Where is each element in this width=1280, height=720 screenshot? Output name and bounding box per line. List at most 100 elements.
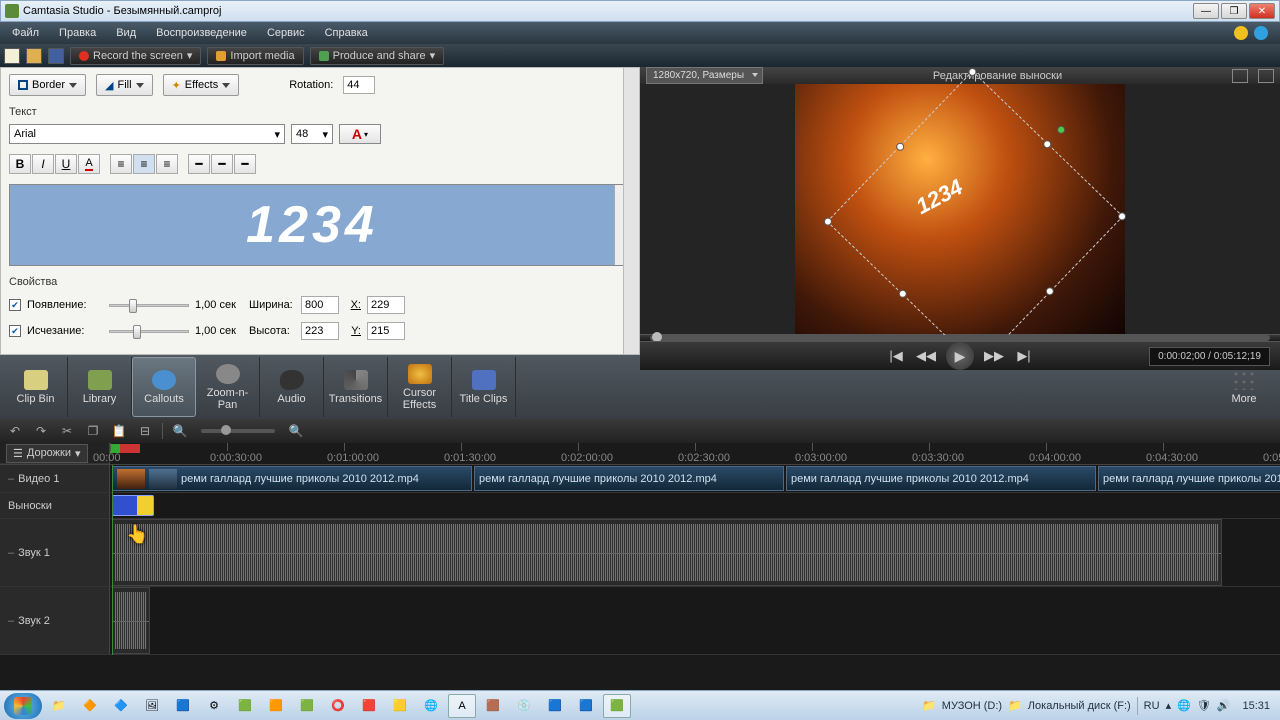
video-clip[interactable]: реми галлард лучшие приколы 2010 2012.mp… <box>474 466 784 491</box>
taskbar-app-icon[interactable]: 🟫 <box>479 694 507 718</box>
font-size-select[interactable]: 48▾ <box>291 124 333 144</box>
taskbar-camtasia-icon[interactable]: 🟩 <box>603 694 631 718</box>
taskbar-app-icon[interactable]: 🟨 <box>386 694 414 718</box>
tab-zoom[interactable]: Zoom-n-Pan <box>196 357 260 417</box>
fadeout-slider[interactable] <box>109 323 189 339</box>
align-middle-button[interactable]: ━ <box>211 154 233 174</box>
callout-text-editor[interactable]: 1234 <box>9 184 631 266</box>
tab-library[interactable]: Library <box>68 357 132 417</box>
border-button[interactable]: Border <box>9 74 86 96</box>
callout-clip[interactable] <box>112 495 154 516</box>
align-left-button[interactable]: ≡ <box>110 154 132 174</box>
taskbar-app-icon[interactable]: 🟦 <box>541 694 569 718</box>
taskbar-app-icon[interactable]: 🟧 <box>262 694 290 718</box>
paste-icon[interactable]: 📋 <box>110 423 128 439</box>
taskbar-app-icon[interactable]: 🟩 <box>231 694 259 718</box>
taskbar-app-icon[interactable]: ⭕ <box>324 694 352 718</box>
save-icon[interactable] <box>48 48 64 64</box>
taskbar-app-icon[interactable]: 🔶 <box>76 694 104 718</box>
align-bottom-button[interactable]: ━ <box>234 154 256 174</box>
start-button[interactable] <box>4 693 42 719</box>
menu-service[interactable]: Сервис <box>259 24 313 42</box>
tray-muzon[interactable]: МУЗОН (D:) <box>942 700 1002 712</box>
preview-dimensions-select[interactable]: 1280x720, Размеры <box>646 67 763 84</box>
y-input[interactable] <box>367 322 405 340</box>
timeline-ruler[interactable]: ☰ Дорожки ▾ 00:000:00:30:000:01:00:000:0… <box>0 443 1280 465</box>
audio-clip[interactable] <box>112 587 150 654</box>
undo-icon[interactable]: ↶ <box>6 423 24 439</box>
bold-button[interactable]: B <box>9 154 31 174</box>
produce-share-button[interactable]: Produce and share▾ <box>310 47 444 65</box>
align-right-button[interactable]: ≡ <box>156 154 178 174</box>
prev-button[interactable]: |◀ <box>886 346 906 366</box>
zoom-slider[interactable] <box>201 429 275 433</box>
taskbar-app-icon[interactable]: 💿 <box>510 694 538 718</box>
x-input[interactable] <box>367 296 405 314</box>
align-center-button[interactable]: ≡ <box>133 154 155 174</box>
fadein-slider[interactable] <box>109 297 189 313</box>
taskbar-app-icon[interactable]: 🖼 <box>138 694 166 718</box>
italic-button[interactable]: I <box>32 154 54 174</box>
hint-icon[interactable] <box>1234 26 1248 40</box>
menu-view[interactable]: Вид <box>108 24 144 42</box>
taskbar-app-icon[interactable]: 🟦 <box>572 694 600 718</box>
video-clip[interactable]: реми галлард лучшие приколы 2010 2012.mp… <box>112 466 472 491</box>
tab-cursor[interactable]: Cursor Effects <box>388 357 452 417</box>
cut-icon[interactable]: ✂ <box>58 423 76 439</box>
tray-clock[interactable]: 15:31 <box>1236 700 1276 712</box>
menu-edit[interactable]: Правка <box>51 24 104 42</box>
taskbar-app-icon[interactable]: 🔷 <box>107 694 135 718</box>
menu-playback[interactable]: Воспроизведение <box>148 24 255 42</box>
tray-localdisk[interactable]: Локальный диск (F:) <box>1028 700 1131 712</box>
underline-button[interactable]: U <box>55 154 77 174</box>
taskbar-app-icon[interactable]: A <box>448 694 476 718</box>
taskbar-app-icon[interactable]: 🟥 <box>355 694 383 718</box>
maximize-button[interactable]: ❐ <box>1221 3 1247 19</box>
forward-button[interactable]: ▶▶ <box>984 346 1004 366</box>
rewind-button[interactable]: ◀◀ <box>916 346 936 366</box>
height-input[interactable] <box>301 322 339 340</box>
taskbar-app-icon[interactable]: 🟦 <box>169 694 197 718</box>
playhead[interactable] <box>112 465 113 655</box>
fadein-checkbox[interactable]: ✔ <box>9 299 21 311</box>
font-color-button[interactable]: A▾ <box>339 124 381 144</box>
video-clip[interactable]: реми галлард лучшие приколы 2010 2012.mp… <box>786 466 1096 491</box>
taskbar-explorer-icon[interactable]: 📁 <box>45 694 73 718</box>
width-input[interactable] <box>301 296 339 314</box>
panel-scrollbar[interactable] <box>623 68 639 354</box>
menu-help[interactable]: Справка <box>317 24 376 42</box>
close-button[interactable]: ✕ <box>1249 3 1275 19</box>
audio-clip[interactable] <box>112 519 1222 586</box>
new-icon[interactable] <box>4 48 20 64</box>
next-button[interactable]: ▶| <box>1014 346 1034 366</box>
preview-detach-icon[interactable] <box>1232 69 1248 83</box>
tab-callouts[interactable]: Callouts <box>132 357 196 417</box>
preview-canvas[interactable]: 1234 <box>640 84 1280 334</box>
tab-clipbin[interactable]: Clip Bin <box>4 357 68 417</box>
taskbar-app-icon[interactable]: ⚙ <box>200 694 228 718</box>
zoomout-icon[interactable]: 🔍 <box>171 423 189 439</box>
video-clip[interactable]: реми галлард лучшие приколы 2010 2012.mp… <box>1098 466 1280 491</box>
play-button[interactable]: ▶ <box>946 342 974 370</box>
record-screen-button[interactable]: Record the screen▾ <box>70 47 201 65</box>
tab-audio[interactable]: Audio <box>260 357 324 417</box>
fill-button[interactable]: ◢Fill <box>96 74 153 96</box>
align-top-button[interactable]: ━ <box>188 154 210 174</box>
copy-icon[interactable]: ❐ <box>84 423 102 439</box>
taskbar-chrome-icon[interactable]: 🌐 <box>417 694 445 718</box>
rotation-input[interactable] <box>343 76 375 94</box>
tray-lang[interactable]: RU <box>1144 700 1160 712</box>
font-family-select[interactable]: Arial▾ <box>9 124 285 144</box>
open-icon[interactable] <box>26 48 42 64</box>
tab-title[interactable]: Title Clips <box>452 357 516 417</box>
taskbar-app-icon[interactable]: 🟩 <box>293 694 321 718</box>
redo-icon[interactable]: ↷ <box>32 423 50 439</box>
preview-fullscreen-icon[interactable] <box>1258 69 1274 83</box>
import-media-button[interactable]: Import media <box>207 47 303 65</box>
help-icon[interactable] <box>1254 26 1268 40</box>
menu-file[interactable]: Файл <box>4 24 47 42</box>
fadeout-checkbox[interactable]: ✔ <box>9 325 21 337</box>
split-icon[interactable]: ⊟ <box>136 423 154 439</box>
zoomin-icon[interactable]: 🔍 <box>287 423 305 439</box>
text-color-button[interactable]: A <box>78 154 100 174</box>
